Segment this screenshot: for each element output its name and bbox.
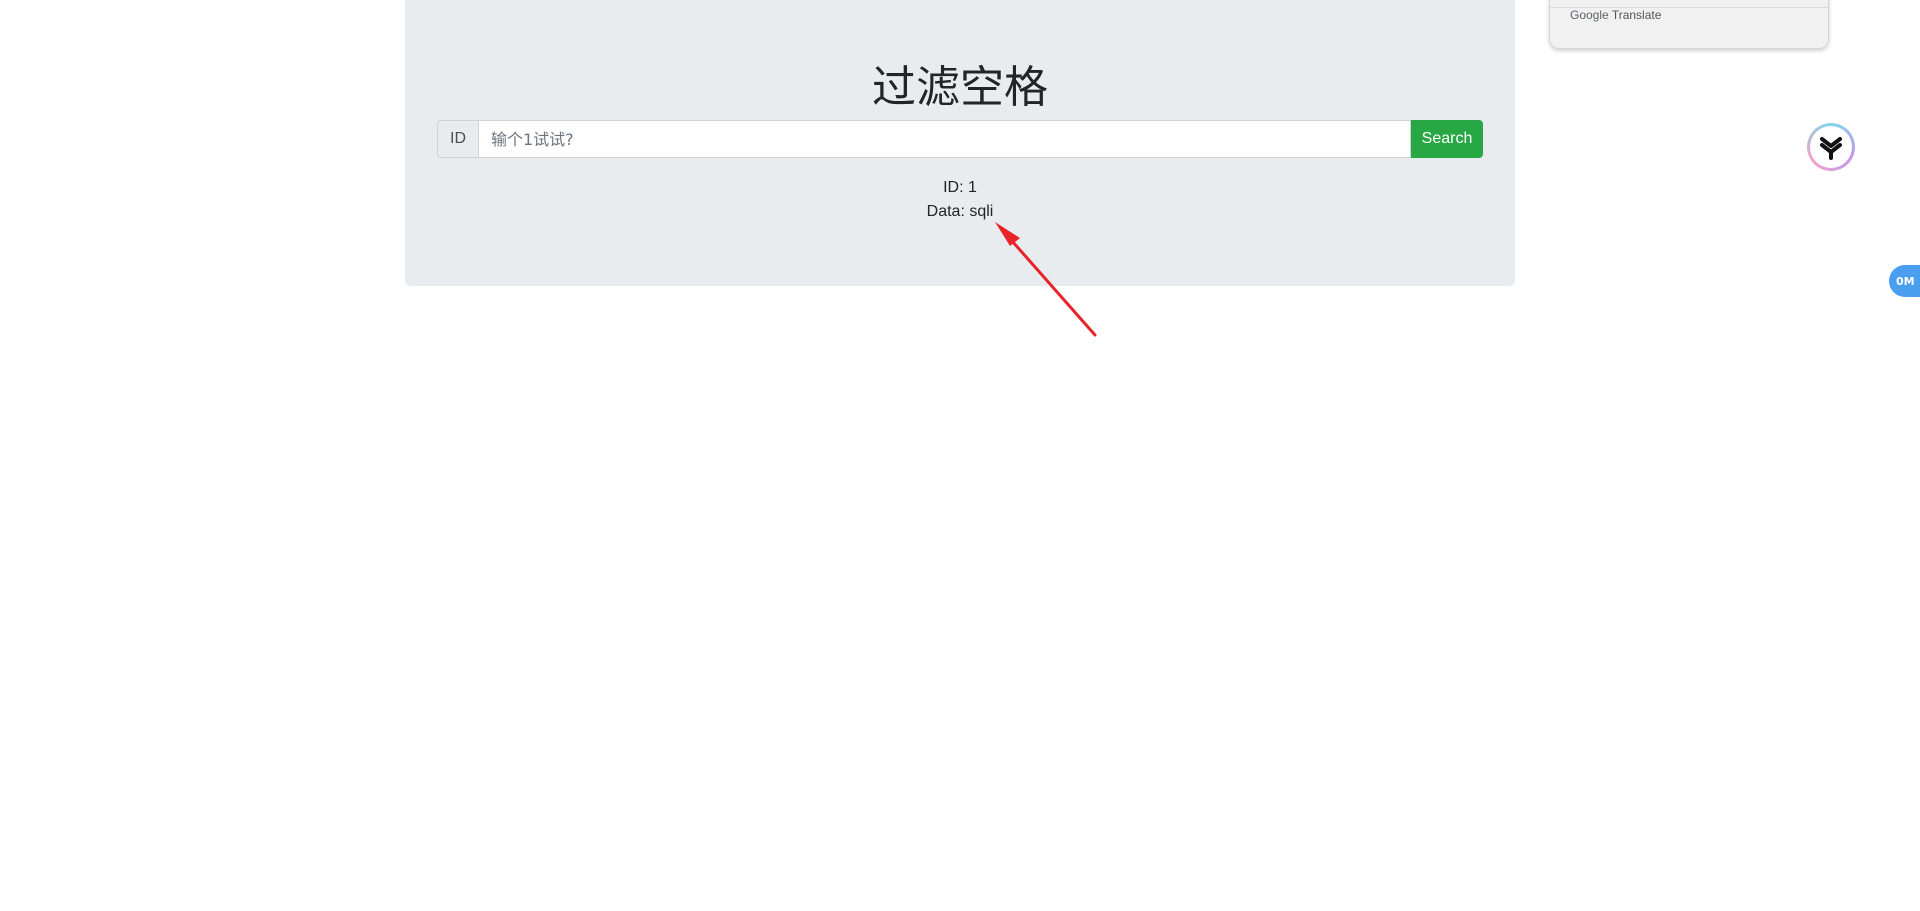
google-translate-popup[interactable]: Google Translate bbox=[1549, 0, 1829, 49]
page-title: 过滤空格 bbox=[872, 62, 1048, 113]
om-badge[interactable]: 0M bbox=[1889, 265, 1920, 297]
result-data: Data: sqli bbox=[926, 203, 994, 220]
extension-logo-button[interactable] bbox=[1807, 123, 1855, 171]
search-form: ID Search bbox=[437, 120, 1483, 158]
translate-label: Translate bbox=[1611, 8, 1662, 22]
result-id: ID: 1 bbox=[943, 179, 977, 196]
jumbotron: Google Translate 过滤空格 ID Search ID: 1 Da… bbox=[405, 0, 1829, 286]
id-prepend-label: ID bbox=[437, 120, 478, 158]
google-translate-brand: Google Translate bbox=[1570, 8, 1661, 22]
extension-logo-icon bbox=[1810, 126, 1852, 168]
search-button[interactable]: Search bbox=[1411, 120, 1483, 158]
id-input[interactable] bbox=[478, 120, 1411, 158]
results: ID: 1 Data: sqli bbox=[405, 176, 1515, 224]
google-label: Google bbox=[1570, 8, 1609, 22]
